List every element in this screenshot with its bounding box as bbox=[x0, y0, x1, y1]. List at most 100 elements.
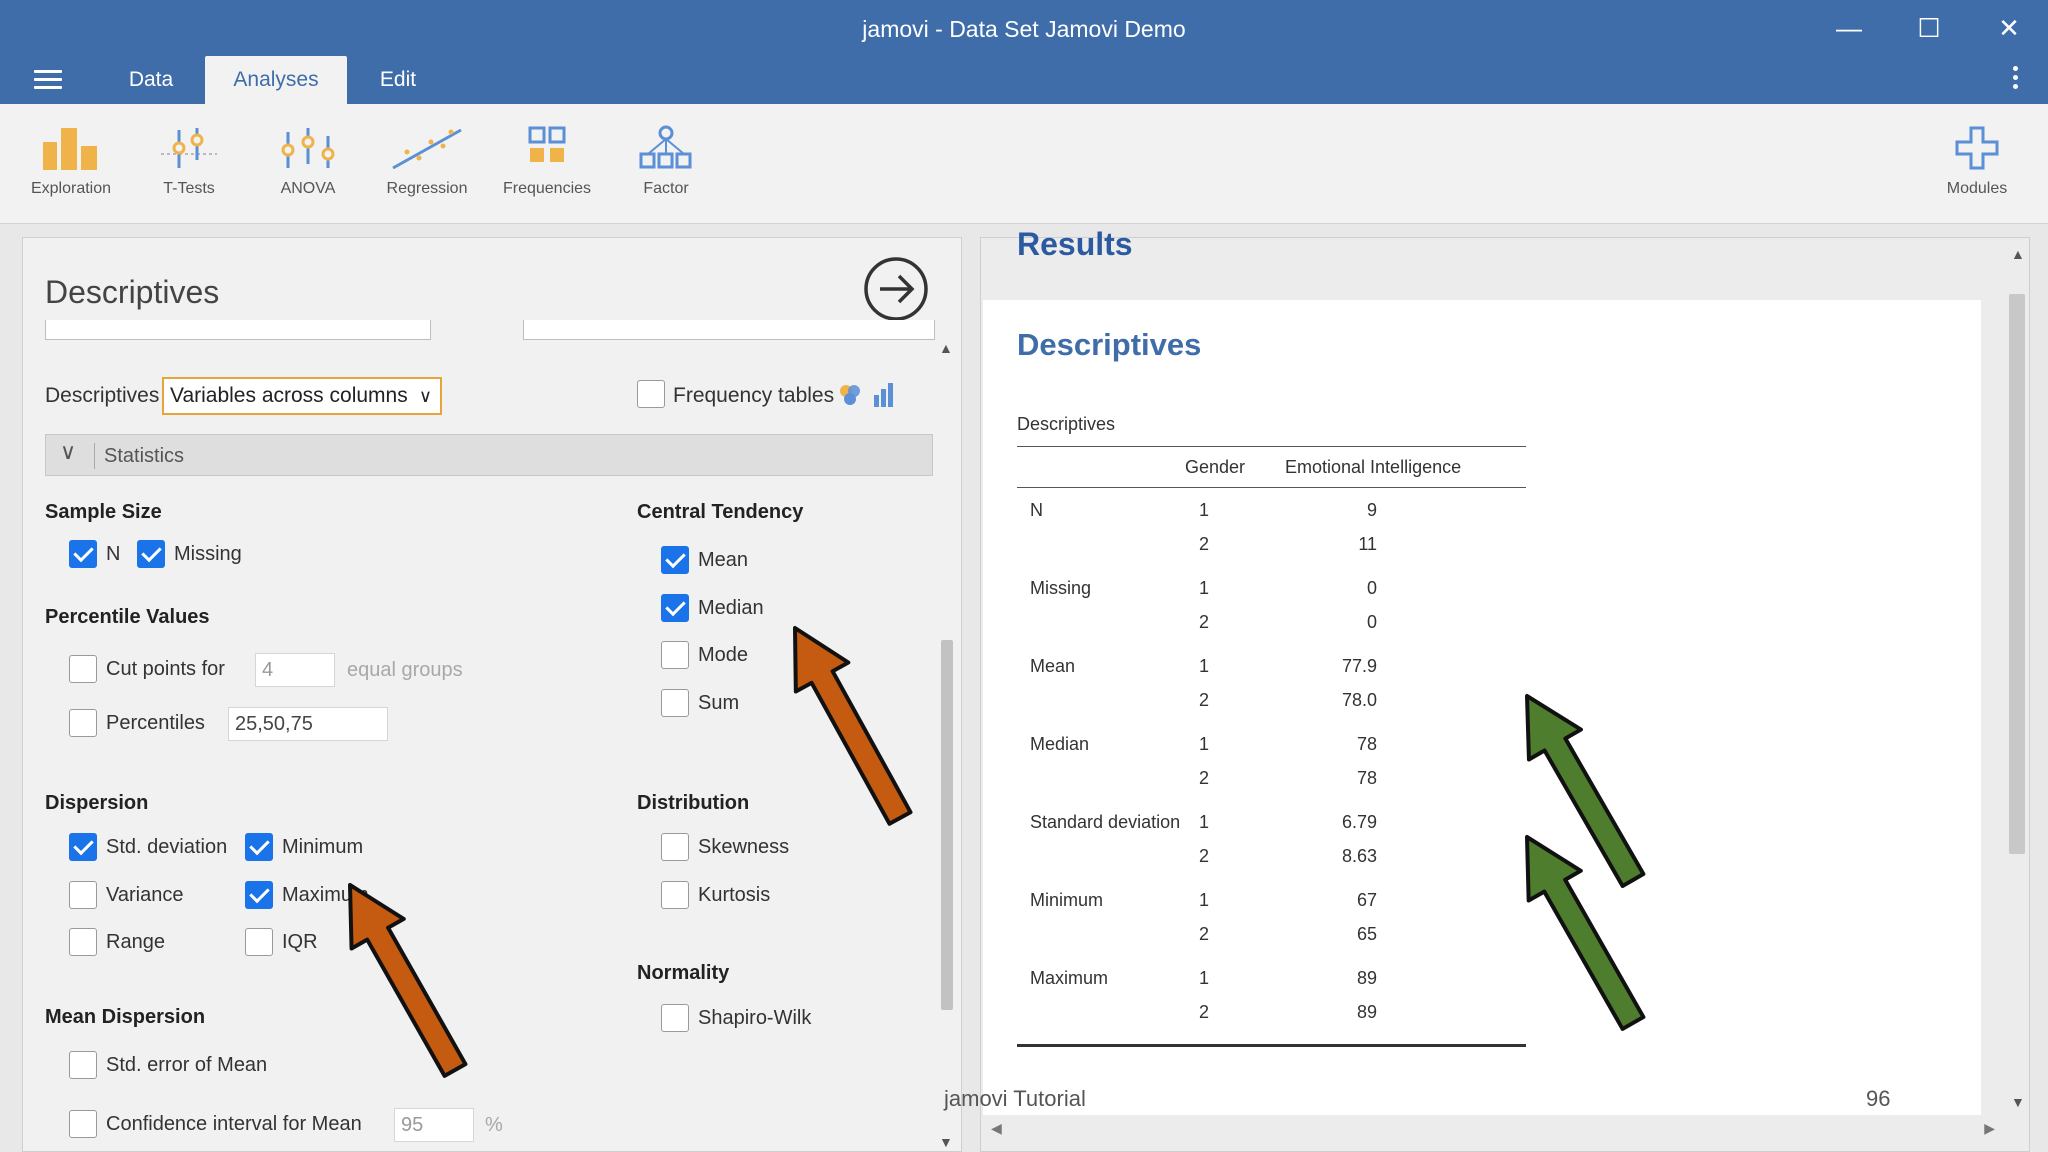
shapiro-wilk-label: Shapiro-Wilk bbox=[698, 1006, 812, 1029]
factor-button[interactable]: Factor bbox=[611, 124, 721, 198]
median-option[interactable]: Median bbox=[661, 592, 764, 624]
n-option[interactable]: N bbox=[69, 538, 120, 570]
arrow-right-circle-icon[interactable] bbox=[863, 256, 929, 322]
scroll-up-icon[interactable]: ▲ bbox=[2011, 246, 2025, 262]
std-deviation-checkbox[interactable] bbox=[69, 833, 97, 861]
kurtosis-checkbox[interactable] bbox=[661, 881, 689, 909]
frequencies-icon bbox=[528, 126, 566, 162]
options-scrollbar[interactable]: ▲ ▼ bbox=[935, 340, 959, 1150]
scrollbar-thumb[interactable] bbox=[2009, 294, 2025, 854]
percentiles-option[interactable]: Percentiles bbox=[69, 707, 205, 739]
se-mean-checkbox[interactable] bbox=[69, 1051, 97, 1079]
table-row-label: Standard deviation bbox=[1030, 812, 1181, 832]
results-vertical-scrollbar[interactable]: ▲ ▼ bbox=[2005, 238, 2029, 1114]
cut-points-option[interactable]: Cut points for bbox=[69, 653, 225, 685]
sum-checkbox[interactable] bbox=[661, 689, 689, 717]
shapiro-wilk-checkbox[interactable] bbox=[661, 1004, 689, 1032]
frequency-tables-checkbox[interactable] bbox=[637, 380, 665, 408]
table-cell-value: 6.79 bbox=[1341, 812, 1377, 832]
more-options-icon[interactable] bbox=[2010, 66, 2020, 96]
panel-title: Descriptives bbox=[45, 274, 220, 310]
descriptives-layout-value: Variables across columns bbox=[170, 384, 408, 407]
variance-option[interactable]: Variance bbox=[69, 879, 183, 911]
table-cell-value: 67 bbox=[1356, 890, 1377, 910]
variables-field[interactable] bbox=[45, 320, 431, 340]
table-cell-gender: 1 bbox=[1198, 656, 1209, 676]
scroll-right-icon[interactable]: ▶ bbox=[1984, 1120, 1995, 1137]
shapiro-wilk-option[interactable]: Shapiro-Wilk bbox=[661, 1002, 811, 1034]
table-cell-gender: 1 bbox=[1198, 890, 1209, 910]
tab-edit[interactable]: Edit bbox=[360, 56, 436, 104]
cut-points-input[interactable]: 4 bbox=[255, 653, 335, 687]
scroll-up-icon[interactable]: ▲ bbox=[939, 340, 953, 356]
mode-checkbox[interactable] bbox=[661, 641, 689, 669]
iqr-checkbox[interactable] bbox=[245, 928, 273, 956]
analyses-ribbon: Exploration T-Tests ANOVA Regression Fre… bbox=[0, 104, 2048, 224]
table-cell-value: 78 bbox=[1356, 734, 1377, 754]
median-checkbox[interactable] bbox=[661, 594, 689, 622]
range-checkbox[interactable] bbox=[69, 928, 97, 956]
results-panel: Results Descriptives Descriptives Gender… bbox=[980, 226, 2030, 1152]
percentiles-label: Percentiles bbox=[106, 711, 205, 734]
mode-option[interactable]: Mode bbox=[661, 639, 748, 671]
split-by-field[interactable] bbox=[523, 320, 935, 340]
hamburger-menu-icon[interactable] bbox=[34, 70, 62, 92]
missing-option[interactable]: Missing bbox=[137, 538, 242, 570]
anova-button[interactable]: ANOVA bbox=[253, 124, 363, 198]
ttests-button[interactable]: T-Tests bbox=[134, 124, 244, 198]
se-mean-option[interactable]: Std. error of Mean bbox=[69, 1049, 267, 1081]
maximum-option[interactable]: Maximum bbox=[245, 879, 369, 911]
sum-label: Sum bbox=[698, 691, 740, 714]
skewness-option[interactable]: Skewness bbox=[661, 831, 789, 863]
table-top-rule bbox=[1017, 446, 1526, 447]
scroll-down-icon[interactable]: ▼ bbox=[2011, 1094, 2025, 1110]
scrollbar-thumb[interactable] bbox=[941, 640, 953, 1010]
kurtosis-option[interactable]: Kurtosis bbox=[661, 879, 770, 911]
sum-option[interactable]: Sum bbox=[661, 687, 739, 719]
ci-mean-input[interactable]: 95 bbox=[394, 1108, 474, 1142]
exploration-icon bbox=[43, 128, 97, 170]
range-option[interactable]: Range bbox=[69, 926, 165, 958]
regression-button[interactable]: Regression bbox=[372, 124, 482, 198]
percentiles-checkbox[interactable] bbox=[69, 709, 97, 737]
skewness-checkbox[interactable] bbox=[661, 833, 689, 861]
mean-dispersion-heading: Mean Dispersion bbox=[45, 1006, 206, 1028]
iqr-option[interactable]: IQR bbox=[245, 926, 318, 958]
minimum-checkbox[interactable] bbox=[245, 833, 273, 861]
frequencies-button[interactable]: Frequencies bbox=[492, 124, 602, 198]
ci-mean-checkbox[interactable] bbox=[69, 1110, 97, 1138]
missing-checkbox[interactable] bbox=[137, 540, 165, 568]
dispersion-heading: Dispersion bbox=[45, 792, 149, 814]
cut-points-label: Cut points for bbox=[106, 657, 225, 680]
tab-analyses[interactable]: Analyses bbox=[205, 56, 347, 104]
variance-checkbox[interactable] bbox=[69, 881, 97, 909]
mean-checkbox[interactable] bbox=[661, 546, 689, 574]
exploration-button[interactable]: Exploration bbox=[16, 124, 126, 198]
ci-mean-option[interactable]: Confidence interval for Mean bbox=[69, 1108, 362, 1140]
maximize-button[interactable]: ☐ bbox=[1904, 10, 1954, 46]
statistics-section-header[interactable]: ∨ Statistics bbox=[45, 434, 933, 476]
tab-data[interactable]: Data bbox=[110, 56, 192, 104]
table-cell-value: 0 bbox=[1366, 612, 1377, 632]
ttests-icon bbox=[161, 128, 217, 168]
mean-option[interactable]: Mean bbox=[661, 544, 748, 576]
table-cell-value: 78.0 bbox=[1341, 690, 1377, 710]
modules-button[interactable]: Modules bbox=[1922, 124, 2032, 198]
results-horizontal-scrollbar[interactable]: ◀ ▶ bbox=[981, 1118, 2005, 1142]
scroll-down-icon[interactable]: ▼ bbox=[939, 1134, 953, 1150]
table-row-label: Minimum bbox=[1030, 890, 1104, 910]
percentiles-input[interactable]: 25,50,75 bbox=[228, 707, 388, 741]
close-button[interactable]: ✕ bbox=[1984, 10, 2034, 46]
n-checkbox[interactable] bbox=[69, 540, 97, 568]
col-header-emotional-intelligence: Emotional Intelligence bbox=[1285, 457, 1462, 477]
table-cell-gender: 2 bbox=[1198, 1002, 1209, 1022]
descriptives-layout-select[interactable]: Variables across columns ∨ bbox=[162, 377, 442, 415]
cut-points-checkbox[interactable] bbox=[69, 655, 97, 683]
minimize-button[interactable]: — bbox=[1824, 10, 1874, 46]
results-title[interactable]: Descriptives bbox=[1017, 327, 1201, 363]
scroll-left-icon[interactable]: ◀ bbox=[991, 1120, 1002, 1137]
std-deviation-option[interactable]: Std. deviation bbox=[69, 831, 227, 863]
minimum-option[interactable]: Minimum bbox=[245, 831, 363, 863]
table-cell-value: 11 bbox=[1358, 534, 1377, 554]
maximum-checkbox[interactable] bbox=[245, 881, 273, 909]
